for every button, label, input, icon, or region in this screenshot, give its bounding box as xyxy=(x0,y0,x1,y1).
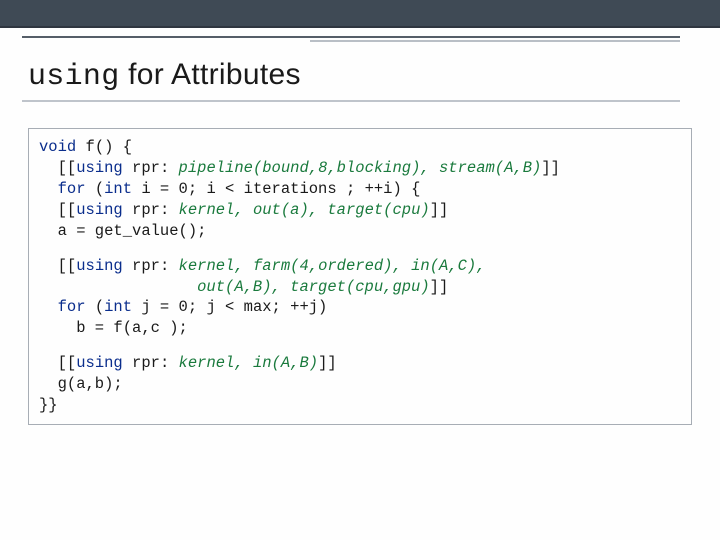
slide-topbar xyxy=(0,0,720,28)
code-line: [[using rpr: kernel, farm(4,ordered), in… xyxy=(39,256,681,277)
title-text: for Attributes xyxy=(120,58,301,91)
code-line: g(a,b); xyxy=(39,374,681,395)
code-line: [[using rpr: kernel, in(A,B)]] xyxy=(39,353,681,374)
topbar-underline-dark xyxy=(22,36,680,38)
code-line: [[using rpr: kernel, out(a), target(cpu)… xyxy=(39,200,681,221)
code-line: void f() { xyxy=(39,137,681,158)
code-block: void f() { [[using rpr: pipeline(bound,8… xyxy=(28,128,692,425)
code-line: [[using rpr: pipeline(bound,8,blocking),… xyxy=(39,158,681,179)
code-gap xyxy=(39,339,681,353)
topbar-underline-light xyxy=(310,40,680,42)
title-code-word: using xyxy=(28,60,120,94)
code-line: for (int i = 0; i < iterations ; ++i) { xyxy=(39,179,681,200)
code-line: a = get_value(); xyxy=(39,221,681,242)
code-gap xyxy=(39,242,681,256)
slide-title: using for Attributes xyxy=(28,58,301,94)
code-line: b = f(a,c ); xyxy=(39,318,681,339)
code-line: out(A,B), target(cpu,gpu)]] xyxy=(39,277,681,298)
title-underline xyxy=(22,100,680,102)
code-line: }} xyxy=(39,395,681,416)
code-line: for (int j = 0; j < max; ++j) xyxy=(39,297,681,318)
